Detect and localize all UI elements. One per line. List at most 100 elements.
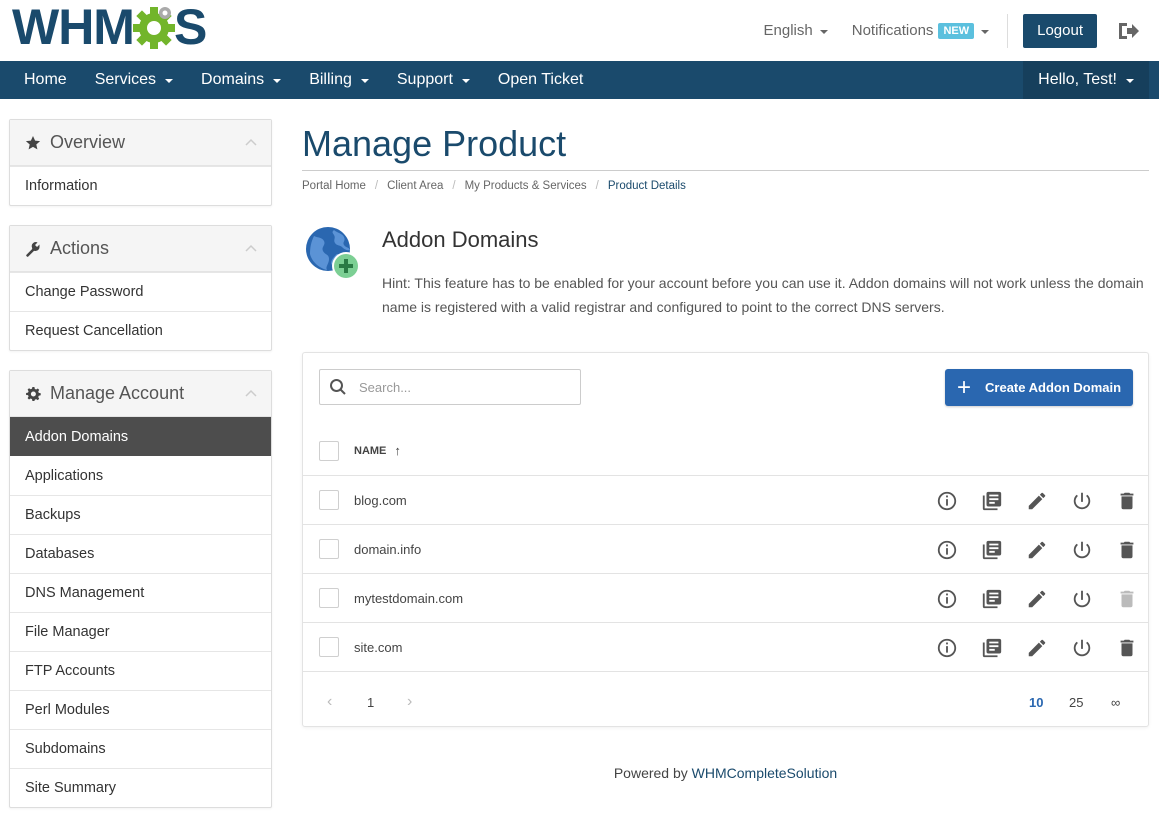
- sidebar-item-databases[interactable]: Databases: [10, 534, 271, 573]
- chevron-up-icon[interactable]: [245, 244, 257, 252]
- panel-header-overview[interactable]: Overview: [10, 120, 271, 166]
- sidebar-item-ftp-accounts[interactable]: FTP Accounts: [10, 651, 271, 690]
- row-checkbox[interactable]: [319, 588, 339, 608]
- logo[interactable]: WHM S: [12, 0, 207, 55]
- select-all-checkbox[interactable]: [319, 440, 339, 461]
- power-icon[interactable]: [1070, 489, 1094, 513]
- column-label: NAME: [354, 444, 387, 457]
- user-menu[interactable]: Hello, Test!: [1023, 61, 1149, 99]
- nav-open-ticket[interactable]: Open Ticket: [484, 61, 597, 99]
- nav-support[interactable]: Support: [383, 61, 484, 99]
- sidebar-item-label: Change Password: [25, 284, 144, 300]
- prev-page-chevron-icon[interactable]: ‹: [327, 693, 332, 711]
- search-box[interactable]: [319, 369, 581, 405]
- language-label: English: [763, 22, 813, 39]
- breadcrumb-portal-home[interactable]: Portal Home: [302, 180, 366, 192]
- edit-pencil-icon[interactable]: [1025, 636, 1049, 660]
- row-actions: [935, 574, 1159, 623]
- library-books-icon[interactable]: [980, 636, 1004, 660]
- info-icon[interactable]: [935, 636, 959, 660]
- nav-domains[interactable]: Domains: [187, 61, 295, 99]
- page-title: Manage Product: [302, 123, 567, 164]
- language-dropdown[interactable]: English: [764, 22, 828, 39]
- page-number[interactable]: 1: [367, 695, 374, 710]
- row-actions: [935, 525, 1159, 574]
- table-row: blog.com: [303, 476, 1148, 525]
- sidebar-item-subdomains[interactable]: Subdomains: [10, 729, 271, 768]
- sidebar-item-request-cancellation[interactable]: Request Cancellation: [10, 311, 271, 350]
- edit-pencil-icon[interactable]: [1025, 538, 1049, 562]
- chevron-up-icon[interactable]: [245, 138, 257, 146]
- power-icon[interactable]: [1070, 587, 1094, 611]
- logout-button[interactable]: Logout: [1023, 13, 1097, 48]
- row-checkbox[interactable]: [319, 637, 339, 657]
- panel-header-manage-account[interactable]: Manage Account: [10, 371, 271, 417]
- sidebar-item-backups[interactable]: Backups: [10, 495, 271, 534]
- sidebar-item-perl-modules[interactable]: Perl Modules: [10, 690, 271, 729]
- footer-text: Powered by: [613, 765, 688, 781]
- info-icon[interactable]: [935, 538, 959, 562]
- sidebar-panel-overview: Overview Information: [9, 119, 272, 206]
- sidebar-item-applications[interactable]: Applications: [10, 456, 271, 495]
- sidebar-item-change-password[interactable]: Change Password: [10, 272, 271, 311]
- notifications-dropdown[interactable]: Notifications NEW: [852, 22, 990, 39]
- sidebar-item-dns-management[interactable]: DNS Management: [10, 573, 271, 612]
- power-icon[interactable]: [1070, 538, 1094, 562]
- nav-label: Home: [24, 71, 67, 88]
- sidebar-panel-actions: Actions Change Password Request Cancella…: [9, 225, 272, 351]
- sidebar-item-label: Site Summary: [25, 780, 117, 796]
- footer-link[interactable]: WHMCompleteSolution: [692, 765, 838, 781]
- page-size-25[interactable]: 25: [1069, 695, 1083, 710]
- plus-icon: +: [957, 373, 972, 401]
- page-size-10[interactable]: 10: [1029, 695, 1043, 710]
- row-checkbox[interactable]: [319, 539, 339, 559]
- info-icon[interactable]: [935, 587, 959, 611]
- nav-services[interactable]: Services: [81, 61, 187, 99]
- footer: Powered by WHMCompleteSolution: [302, 765, 1149, 781]
- gear-logo-icon: [132, 7, 175, 49]
- row-checkbox[interactable]: [319, 490, 339, 510]
- nav-billing[interactable]: Billing: [295, 61, 383, 99]
- sidebar-item-information[interactable]: Information: [10, 166, 271, 205]
- delete-trash-icon[interactable]: [1115, 538, 1139, 562]
- breadcrumb-separator: /: [595, 180, 599, 192]
- power-icon[interactable]: [1070, 636, 1094, 660]
- sidebar-panel-manage-account: Manage Account Addon Domains Application…: [9, 370, 272, 808]
- sidebar-item-site-summary[interactable]: Site Summary: [10, 768, 271, 807]
- sidebar-item-addon-domains[interactable]: Addon Domains: [10, 417, 271, 456]
- caret-down-icon: [981, 29, 990, 34]
- wrench-icon: [26, 241, 40, 257]
- breadcrumb-client-area[interactable]: Client Area: [387, 180, 443, 192]
- sidebar-item-file-manager[interactable]: File Manager: [10, 612, 271, 651]
- edit-pencil-icon[interactable]: [1025, 489, 1049, 513]
- page-size-all[interactable]: ∞: [1111, 695, 1120, 710]
- nav-label: Domains: [201, 71, 265, 88]
- panel-header-actions[interactable]: Actions: [10, 226, 271, 272]
- column-header-name[interactable]: NAME ↑: [354, 443, 401, 458]
- info-icon[interactable]: [935, 489, 959, 513]
- sidebar-item-label: File Manager: [25, 624, 110, 640]
- search-input[interactable]: [359, 379, 559, 395]
- logo-text-end: S: [173, 0, 207, 55]
- breadcrumb-separator: /: [374, 180, 379, 192]
- panel-title: Manage Account: [50, 383, 185, 403]
- addon-domains-card: + Create Addon Domain NAME ↑ blog.com do…: [302, 352, 1149, 727]
- nav-home[interactable]: Home: [10, 61, 81, 99]
- create-addon-domain-button[interactable]: + Create Addon Domain: [945, 369, 1133, 406]
- nav-label: Support: [396, 71, 453, 88]
- next-page-chevron-icon[interactable]: ›: [407, 693, 412, 711]
- delete-trash-icon[interactable]: [1115, 489, 1139, 513]
- library-books-icon[interactable]: [980, 538, 1004, 562]
- library-books-icon[interactable]: [980, 489, 1004, 513]
- breadcrumb-my-products[interactable]: My Products & Services: [465, 180, 587, 192]
- delete-trash-icon[interactable]: [1115, 636, 1139, 660]
- chevron-up-icon[interactable]: [245, 389, 257, 397]
- nav-label: Services: [94, 71, 157, 88]
- sidebar-item-label: Backups: [25, 507, 81, 523]
- caret-down-icon: [360, 79, 369, 83]
- library-books-icon[interactable]: [980, 587, 1004, 611]
- sign-out-icon[interactable]: [1117, 21, 1139, 41]
- divider: [1007, 13, 1009, 48]
- star-icon: [25, 135, 41, 149]
- edit-pencil-icon[interactable]: [1025, 587, 1049, 611]
